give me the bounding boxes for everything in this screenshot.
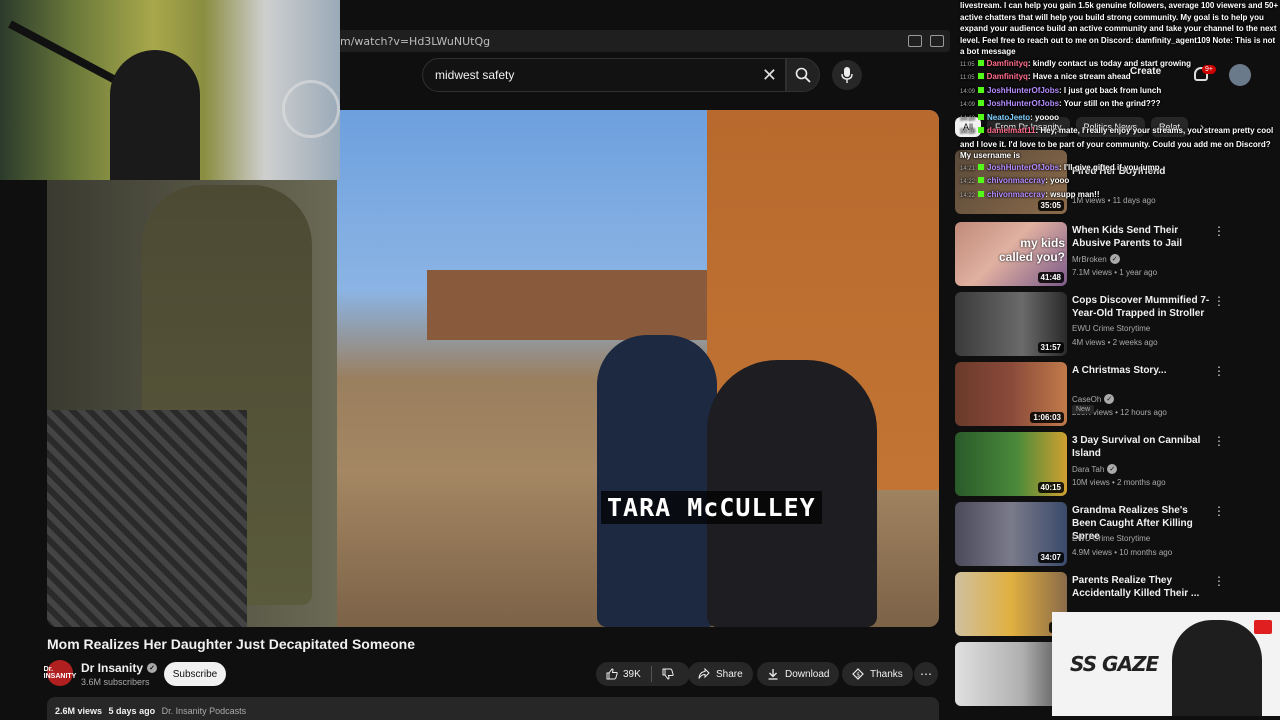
more-icon[interactable]: ⋮: [1213, 574, 1225, 588]
recommendation-item[interactable]: 1:06:03 A Christmas Story... CaseOh✓ 258…: [955, 362, 1275, 426]
dislike-icon[interactable]: [662, 668, 674, 680]
chat-message: 14:10 NeatoJeeto: yoooo: [960, 112, 1060, 122]
recommendation-channel[interactable]: EWU Crime Storytime: [1072, 324, 1150, 333]
video-thumbnail: [955, 642, 1067, 706]
new-badge: New: [1072, 405, 1095, 414]
streamer: [110, 50, 200, 180]
thanks-icon: $: [852, 668, 864, 680]
more-icon[interactable]: ⋯: [914, 662, 938, 686]
close-icon[interactable]: ✕: [762, 65, 777, 86]
sponsor-logo: SS GAZE: [1070, 652, 1159, 676]
video-thumbnail: 40:15: [955, 432, 1067, 496]
more-icon[interactable]: ⋮: [1213, 224, 1225, 238]
sponsor-badge-icon: [1254, 620, 1272, 634]
like-count: 39K: [623, 668, 641, 680]
download-icon: [768, 669, 778, 680]
recommendation-channel[interactable]: MrBroken: [1072, 255, 1107, 264]
sponsor-person: [1172, 620, 1262, 716]
more-icon[interactable]: ⋮: [1213, 504, 1225, 518]
chat-message: 14:21 JoshHunterOfJobs: I'll give gifted …: [960, 162, 1160, 172]
recommendation-channel[interactable]: EWU Crime Storytime: [1072, 534, 1150, 543]
recommendation-item[interactable]: my kids called you? 41:48 When Kids Send…: [955, 222, 1275, 286]
recommendation-title: A Christmas Story...: [1072, 365, 1167, 376]
video-scene-crate: [47, 410, 247, 627]
video-thumbnail: 31:57: [955, 292, 1067, 356]
recommendation-title: When Kids Send Their Abusive Parents to …: [1072, 225, 1183, 249]
channel-avatar[interactable]: Dr. INSANITY: [44, 660, 76, 686]
streamer-webcam: [0, 0, 340, 180]
share-icon: [698, 668, 710, 679]
more-icon[interactable]: ⋮: [1213, 294, 1225, 308]
verified-icon: ✓: [1109, 254, 1120, 264]
video-thumbnail: 38: [955, 572, 1067, 636]
verified-icon: ✓: [1104, 394, 1115, 404]
chat-message: livestream. I can help you gain 1.5k gen…: [960, 1, 1279, 56]
chat-message: 14:09 JoshHunterOfJobs: Your still on the…: [960, 99, 1161, 108]
mic-icon: [841, 67, 853, 83]
recommendation-title: Parents Realize They Accidentally Killed…: [1072, 575, 1200, 599]
search-box[interactable]: midwest safety ✕: [422, 58, 786, 92]
recommendation-item[interactable]: 34:07 Grandma Realizes She's Been Caught…: [955, 502, 1275, 566]
stream-chat-overlay: livestream. I can help you gain 1.5k gen…: [960, 0, 1280, 222]
search-input[interactable]: midwest safety: [435, 68, 514, 82]
fan: [282, 80, 340, 138]
chat-message: 11:05 Damfinityq: kindly contact us today…: [960, 58, 1192, 68]
voice-search-button[interactable]: [832, 60, 862, 90]
recommendation-title: 3 Day Survival on Cannibal Island: [1072, 435, 1201, 459]
sponsor-overlay: SS GAZE: [1052, 612, 1280, 716]
recommendation-channel[interactable]: Dara Tah: [1072, 465, 1104, 474]
recommendation-item[interactable]: 31:57 Cops Discover Mummified 7-Year-Old…: [955, 292, 1275, 356]
recommendation-channel[interactable]: CaseOh: [1072, 395, 1101, 404]
search-button[interactable]: [786, 58, 820, 92]
video-thumbnail: 34:07: [955, 502, 1067, 566]
download-button[interactable]: Download: [757, 662, 840, 686]
playlist-tag[interactable]: Dr. Insanity Podcasts: [162, 706, 247, 716]
recommendation-title: Cops Discover Mummified 7-Year-Old Trapp…: [1072, 295, 1210, 319]
thanks-button[interactable]: $ Thanks: [842, 662, 913, 686]
channel-name[interactable]: Dr Insanity: [81, 661, 143, 675]
video-caption: TARA McCULLEY: [601, 491, 822, 524]
subscriber-count: 3.6M subscribers: [81, 677, 150, 687]
chat-message: 14:22 chivonmaccray: yooo: [960, 176, 1070, 185]
more-icon[interactable]: ⋮: [1213, 364, 1225, 378]
svg-text:$: $: [856, 671, 860, 678]
browser-url-bar[interactable]: m/watch?v=Hd3LWuNUtQg: [330, 30, 950, 52]
subscribe-button[interactable]: Subscribe: [164, 662, 226, 686]
video-scene-person-left: [597, 335, 717, 627]
more-icon[interactable]: ⋮: [1213, 434, 1225, 448]
video-title: Mom Realizes Her Daughter Just Decapitat…: [47, 636, 415, 652]
chat-message: 14:18 danielmatt11: Hey, mate, I really e…: [960, 126, 1274, 160]
chat-message: 14:09 JoshHunterOfJobs: I just got back f…: [960, 85, 1162, 95]
video-scene-house: [427, 270, 727, 340]
video-thumbnail: my kids called you? 41:48: [955, 222, 1067, 286]
recommendation-item[interactable]: 40:15 3 Day Survival on Cannibal Island …: [955, 432, 1275, 496]
verified-icon: ✓: [1107, 464, 1118, 474]
like-dislike-group: 39K: [596, 662, 690, 686]
thumbnail-text: my kids called you?: [998, 236, 1065, 264]
chat-message: 11:05 Damfinityq: Have a nice stream ahea…: [960, 72, 1131, 81]
url-text: m/watch?v=Hd3LWuNUtQg: [340, 34, 491, 48]
picture-in-picture-icon[interactable]: [908, 35, 922, 47]
verified-icon: ✓: [147, 663, 158, 673]
upload-age: 5 days ago: [108, 706, 156, 716]
share-page-icon[interactable]: [930, 35, 944, 47]
chat-message: 14:22 chivonmaccray: wsupp man!!: [960, 189, 1100, 199]
like-button[interactable]: 39K: [606, 668, 641, 680]
share-button[interactable]: Share: [688, 662, 753, 686]
search-icon: [795, 67, 811, 83]
video-thumbnail: 1:06:03: [955, 362, 1067, 426]
video-player[interactable]: TARA McCULLEY: [47, 110, 939, 627]
view-count: 2.6M views: [55, 706, 103, 716]
like-icon: [606, 668, 618, 680]
channel-name-row[interactable]: Dr Insanity ✓: [81, 661, 158, 675]
video-description-box[interactable]: 2.6M views 5 days ago Dr. Insanity Podca…: [47, 697, 939, 720]
